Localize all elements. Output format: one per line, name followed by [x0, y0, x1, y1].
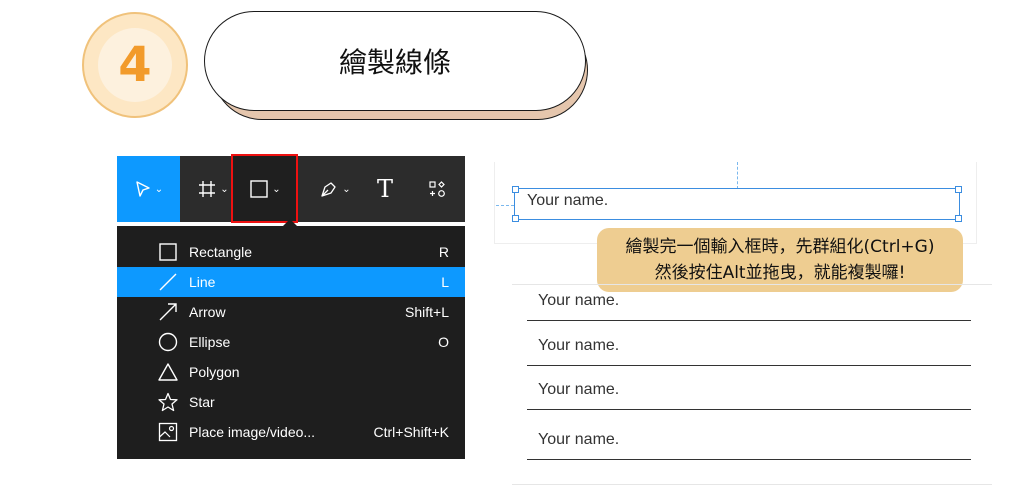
menu-item-star[interactable]: Star [117, 387, 465, 417]
resize-handle[interactable] [955, 215, 962, 222]
polygon-icon [157, 361, 179, 383]
horizontal-guide [496, 205, 514, 206]
step-number: 4 [118, 37, 152, 93]
input-underline [527, 320, 971, 321]
divider [512, 284, 992, 285]
rectangle-icon [157, 241, 179, 263]
menu-item-label: Line [189, 274, 216, 290]
step-badge-inner: 4 [98, 28, 172, 102]
ellipse-icon [157, 331, 179, 353]
arrow-icon [157, 301, 179, 323]
selected-input-group[interactable]: Your name. [512, 186, 962, 222]
menu-item-ellipse[interactable]: Ellipse O [117, 327, 465, 357]
menu-item-label: Ellipse [189, 334, 231, 350]
menu-item-shortcut: Ctrl+Shift+K [373, 424, 449, 440]
input-field-text: Your name. [538, 292, 620, 309]
menu-item-label: Star [189, 394, 215, 410]
instruction-tip: 繪製完一個輸入框時，先群組化(Ctrl+G) 然後按住Alt並拖曳，就能複製囉! [597, 228, 963, 292]
menu-item-polygon[interactable]: Polygon [117, 357, 465, 387]
vertical-guide [737, 162, 738, 189]
line-icon [157, 271, 179, 293]
move-tool-button[interactable]: ⌄ [117, 156, 180, 222]
step-badge: 4 [82, 12, 188, 118]
menu-item-arrow[interactable]: Arrow Shift+L [117, 297, 465, 327]
input-field-text: Your name. [538, 337, 620, 354]
menu-item-label: Arrow [189, 304, 226, 320]
input-underline [527, 365, 971, 366]
frame-tool-button[interactable]: ⌄ [190, 156, 236, 222]
components-icon [429, 181, 445, 197]
chevron-down-icon: ⌄ [342, 183, 351, 195]
menu-item-label: Rectangle [189, 244, 253, 260]
shape-dropdown-menu: Rectangle R Line L Arrow Shift+L Ellipse… [117, 226, 465, 459]
resize-handle[interactable] [512, 186, 519, 193]
chevron-down-icon: ⌄ [220, 183, 229, 195]
menu-item-shortcut: Shift+L [405, 304, 449, 320]
input-field-text: Your name. [538, 381, 620, 398]
frame-hash-icon [199, 181, 216, 197]
selected-field-text: Your name. [527, 192, 609, 209]
tip-line-1: 繪製完一個輸入框時，先群組化(Ctrl+G) [625, 237, 935, 257]
step-title: 繪製線條 [338, 46, 451, 79]
cursor-icon [136, 181, 150, 197]
menu-item-line[interactable]: Line L [117, 267, 465, 297]
menu-item-label: Place image/video... [189, 424, 316, 440]
chevron-down-icon: ⌄ [154, 183, 164, 195]
input-field-text: Your name. [538, 431, 620, 448]
divider [512, 484, 992, 485]
title-pill: 繪製線條 [204, 11, 586, 111]
input-underline [527, 409, 971, 410]
menu-caret [283, 219, 297, 226]
text-tool-button[interactable]: T [370, 156, 400, 222]
menu-item-shortcut: L [441, 274, 449, 290]
text-tool-label: T [376, 175, 393, 203]
pen-icon [321, 182, 336, 197]
tip-line-2: 然後按住Alt並拖曳，就能複製囉! [654, 263, 906, 283]
menu-item-label: Polygon [189, 364, 240, 380]
shape-tool-highlight [231, 154, 298, 223]
menu-item-rectangle[interactable]: Rectangle R [117, 237, 465, 267]
resize-handle[interactable] [955, 186, 962, 193]
star-icon [157, 391, 179, 413]
pen-tool-button[interactable]: ⌄ [307, 156, 363, 222]
menu-item-place-image[interactable]: Place image/video... Ctrl+Shift+K [117, 417, 465, 447]
input-underline [527, 459, 971, 460]
resources-tool-button[interactable] [422, 156, 452, 222]
menu-item-shortcut: R [438, 244, 449, 260]
resize-handle[interactable] [512, 215, 519, 222]
image-icon [157, 421, 179, 443]
menu-item-shortcut: O [438, 334, 449, 350]
